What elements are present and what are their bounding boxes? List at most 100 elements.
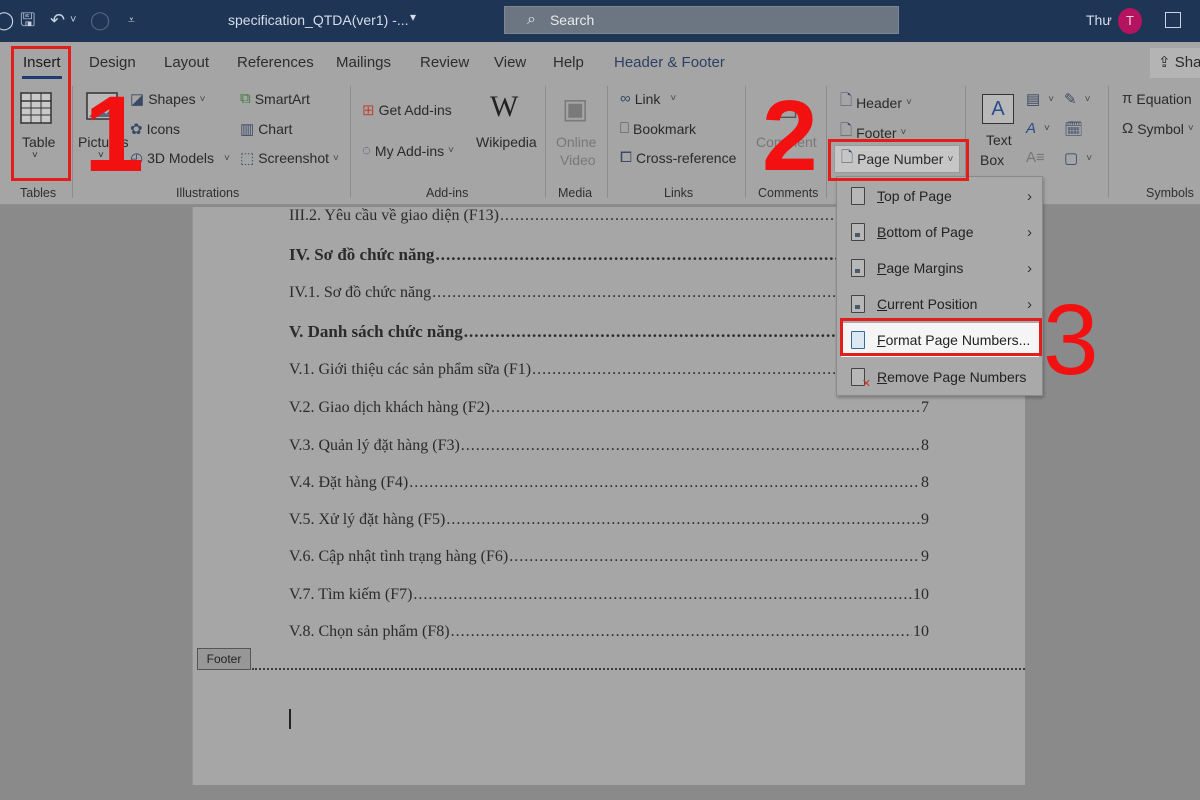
tab-help[interactable]: Help	[553, 54, 584, 71]
chevron-down-icon: ˅	[1086, 152, 1093, 164]
group-label-tables: Tables	[20, 186, 57, 200]
autosave-toggle-icon[interactable]: ◯	[0, 9, 14, 31]
submenu-arrow-icon: ›	[1027, 187, 1032, 205]
chevron-down-icon: ˅	[199, 93, 206, 105]
toc-entry[interactable]: V.3. Quản lý đặt hàng (F3) 8	[289, 437, 929, 455]
toc-entry[interactable]: III.2. Yêu cầu về giao diện (F13)	[289, 207, 929, 225]
cross-reference-button[interactable]: ⧠ Cross-reference	[620, 149, 736, 166]
toc-entry[interactable]: IV. Sơ đồ chức năng	[289, 245, 929, 265]
get-add-ins-button[interactable]: ⊞ Get Add-ins	[362, 101, 452, 119]
smartart-button[interactable]: ⧉ SmartArt	[240, 90, 310, 107]
link-icon: ∞	[620, 90, 631, 107]
toc-entry[interactable]: V.6. Cập nhật tình trạng hàng (F6) 9	[289, 548, 929, 566]
wordart-button[interactable]: A ˅	[1026, 120, 1050, 137]
toc-entry-title: IV.1. Sơ đồ chức năng	[289, 284, 432, 301]
toc-entry-title: IV. Sơ đồ chức năng	[289, 245, 435, 264]
undo-icon[interactable]: ↶	[50, 9, 65, 31]
tab-review[interactable]: Review	[420, 54, 469, 71]
screenshot-button[interactable]: ⬚ Screenshot ˅	[240, 149, 339, 167]
toc-entry[interactable]: V.8. Chọn sản phẩm (F8) 10	[289, 623, 929, 641]
tab-view[interactable]: View	[494, 54, 526, 71]
chart-label: Chart	[258, 121, 293, 137]
bottom-of-page-icon	[851, 223, 865, 241]
my-add-ins-button[interactable]: ◌ My Add-ins ˅	[362, 142, 454, 159]
toc-page-number: 8	[921, 474, 929, 491]
group-label-symbols: Symbols	[1146, 186, 1194, 200]
chart-button[interactable]: ▥ Chart	[240, 120, 292, 138]
signature-line-button[interactable]: ✎ ˅	[1064, 90, 1090, 108]
menu-item-remove-page-numbers[interactable]: ✕ Remove Page Numbers	[837, 360, 1042, 394]
link-label: Link	[634, 90, 661, 107]
menu-item-page-margins[interactable]: Page Margins ›	[837, 251, 1042, 285]
undo-dropdown-icon[interactable]: ˅	[70, 9, 76, 31]
group-label-links: Links	[664, 186, 694, 200]
toc-entry[interactable]: IV.1. Sơ đồ chức năng	[289, 284, 929, 302]
wordart-icon: A	[1026, 120, 1037, 137]
toc-entry[interactable]: V.7. Tìm kiếm (F7) 10	[289, 586, 929, 604]
equation-button[interactable]: π Equation	[1122, 90, 1192, 107]
tab-layout[interactable]: Layout	[164, 54, 209, 71]
wikipedia-label: Wikipedia	[476, 134, 537, 150]
toc-entry[interactable]: V.5. Xử lý đặt hàng (F5) 9	[289, 511, 929, 529]
step3-number: 3	[1043, 284, 1099, 396]
menu-item-label: Top of Page	[877, 188, 952, 204]
chevron-down-icon: ˅	[1187, 123, 1194, 134]
object-button[interactable]: ▢ ˅	[1064, 149, 1092, 167]
redo-icon[interactable]: ◯	[90, 9, 110, 31]
toc-entry[interactable]: V.2. Giao dịch khách hàng (F2) 7	[289, 399, 929, 417]
toc-entry-title: V.8. Chọn sản phẩm (F8)	[289, 623, 450, 640]
tab-header-footer[interactable]: Header & Footer	[614, 54, 725, 71]
toc-entry[interactable]: V. Danh sách chức năng	[289, 322, 929, 342]
3d-models-button[interactable]: ◴ 3D Models ˅	[130, 149, 230, 167]
cross-reference-icon: ⧠	[620, 149, 633, 166]
toc-entry[interactable]: V.1. Giới thiệu các sản phẩm sữa (F1)	[289, 361, 929, 379]
chevron-down-icon: ˅	[224, 152, 230, 164]
symbol-button[interactable]: Ω Symbol ˅	[1122, 120, 1194, 137]
toc-entry[interactable]: V.4. Đặt hàng (F4) 8	[289, 474, 929, 492]
toc-page-number: 8	[921, 437, 929, 454]
3d-models-label: 3D Models	[147, 150, 215, 166]
group-label-add-ins: Add-ins	[426, 186, 469, 200]
cross-reference-label: Cross-reference	[636, 149, 737, 166]
search-box[interactable]: ⌕ Search	[504, 6, 899, 34]
current-position-icon	[851, 295, 865, 313]
toc-page-number: 7	[921, 399, 929, 416]
toc-leader-dots	[451, 623, 912, 641]
header-button[interactable]: 🗋 Header ˅	[840, 90, 912, 115]
title-dropdown-icon[interactable]: ▾	[410, 10, 416, 24]
group-separator	[72, 86, 73, 198]
text-box-button[interactable]: A Text Box	[978, 92, 1018, 182]
tab-references[interactable]: References	[237, 54, 314, 71]
avatar[interactable]: T	[1118, 8, 1142, 34]
date-time-button[interactable]: 🗓	[1064, 120, 1087, 138]
menu-item-current-position[interactable]: Current Position ›	[837, 287, 1042, 321]
quick-parts-button[interactable]: ▤ ˅	[1026, 90, 1054, 108]
toc-leader-dots	[509, 548, 920, 566]
shapes-label: Shapes	[148, 91, 196, 107]
group-separator	[1108, 86, 1109, 198]
text-box-label-line2: Box	[980, 152, 1005, 168]
smartart-icon: ⧉	[240, 90, 251, 107]
page-margins-icon	[851, 259, 865, 277]
step2-highlight-box	[828, 139, 969, 181]
save-icon[interactable]: 🖫	[20, 9, 35, 31]
menu-item-label: Bottom of Page	[877, 224, 974, 240]
link-button[interactable]: ∞ Link ˅	[620, 90, 676, 107]
submenu-arrow-icon: ›	[1027, 259, 1032, 277]
icons-label: Icons	[146, 121, 181, 137]
customize-toolbar-icon[interactable]: ⩡	[128, 9, 135, 31]
bookmark-button[interactable]: ⎕ Bookmark	[620, 120, 696, 137]
tab-design[interactable]: Design	[89, 54, 136, 71]
wikipedia-button[interactable]: W Wikipedia	[476, 90, 537, 160]
signature-line-icon: ✎	[1064, 91, 1077, 108]
footer-tag: Footer	[197, 648, 251, 670]
ribbon-display-options-icon[interactable]	[1165, 12, 1181, 28]
menu-item-bottom-of-page[interactable]: Bottom of Page ›	[837, 215, 1042, 249]
share-button[interactable]: ⇪ Sha	[1150, 48, 1200, 78]
menu-item-top-of-page[interactable]: Top of Page ›	[837, 179, 1042, 213]
document-title[interactable]: specification_QTDA(ver1) -...	[228, 12, 409, 28]
group-separator	[350, 86, 351, 198]
tab-mailings[interactable]: Mailings	[336, 54, 391, 71]
object-icon: ▢	[1064, 150, 1079, 167]
chevron-down-icon: ˅	[905, 97, 912, 108]
